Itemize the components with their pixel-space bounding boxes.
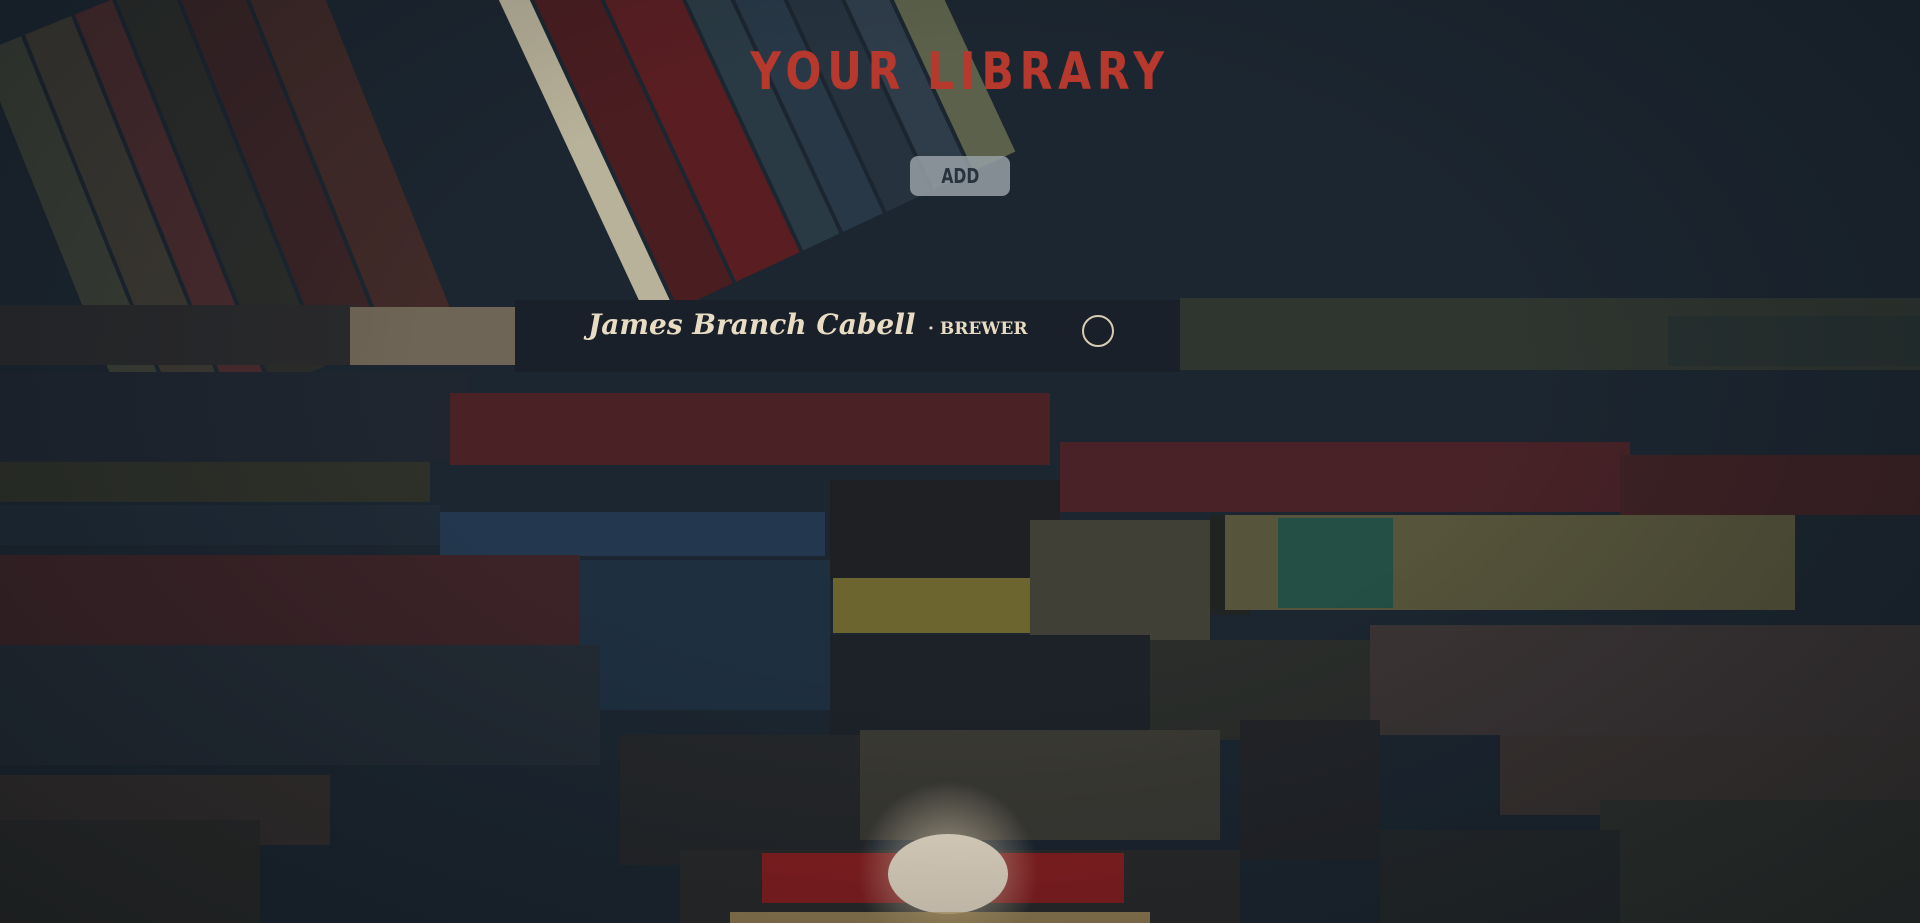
spine-author-text: James Branch Cabell	[583, 308, 916, 341]
bookshelf-background-image: James Branch Cabell · BREWER	[0, 0, 1920, 923]
library-page: James Branch Cabell · BREWER YOUR LIBRAR…	[0, 0, 1920, 923]
add-button[interactable]: ADD	[910, 156, 1010, 196]
spine-publisher-text: · BREWER	[928, 319, 1028, 339]
page-title: YOUR LIBRARY	[750, 42, 1170, 102]
add-button-label: ADD	[941, 164, 979, 188]
